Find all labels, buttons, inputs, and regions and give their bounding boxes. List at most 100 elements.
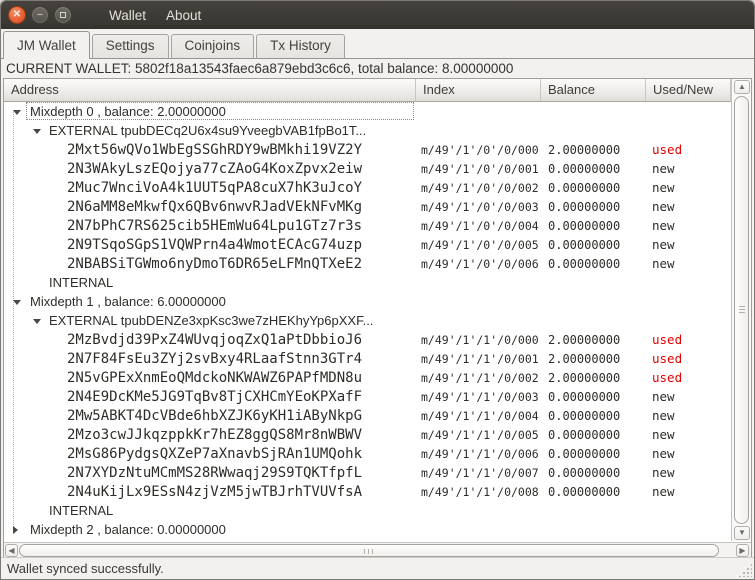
- titlebar: ✕ − Wallet About: [1, 1, 754, 29]
- status-text: Wallet synced successfully.: [7, 561, 164, 576]
- status-cell: new: [652, 218, 675, 233]
- tree-row[interactable]: Mixdepth 2 , balance: 0.00000000: [4, 520, 731, 539]
- address-cell: INTERNAL: [4, 501, 416, 520]
- tree-row[interactable]: 2Muc7WnciVoA4k1UUT5qPA8cuX7hK3uJcoY m/49'…: [4, 178, 731, 197]
- expander-icon-collapsed[interactable]: [13, 525, 18, 534]
- scroll-down-button[interactable]: ▼: [734, 526, 750, 540]
- tree-body: Mixdepth 0 , balance: 2.00000000 EXTERNAL…: [4, 102, 731, 541]
- address-cell: 2NBABSiTGWmo6nyDmoT6DR65eLFMnQTXeE2: [4, 254, 416, 273]
- index-cell: m/49'/1'/1'/0/008: [421, 484, 539, 499]
- tree-row[interactable]: 2N4E9DcKMe5JG9TqBv8TjCXHCmYEoKPXafF m/49'…: [4, 387, 731, 406]
- tab-tx-history[interactable]: Tx History: [256, 34, 345, 58]
- status-cell: new: [652, 484, 675, 499]
- index-cell: m/49'/1'/0'/0/004: [421, 218, 539, 233]
- address-cell: 2Muc7WnciVoA4k1UUT5qPA8cuX7hK3uJcoY: [4, 178, 416, 197]
- tree-row[interactable]: 2N7XYDzNtuMCmMS28RWwaqj29S9TQKTfpfL m/49'…: [4, 463, 731, 482]
- vertical-scrollbar-thumb[interactable]: [734, 96, 749, 524]
- address-text: 2Mxt56wQVo1WbEgSSGhRDY9wBMkhi19VZ2Y: [67, 141, 363, 158]
- address-cell: EXTERNAL tpubDECq2U6x4su9YveegbVAB1fpBo1…: [4, 121, 416, 140]
- horizontal-scrollbar-thumb[interactable]: [19, 544, 719, 557]
- table-header: Address Index Balance Used/New: [4, 79, 731, 102]
- address-text: 2Mw5ABKT4DcVBde6hbXZJK6yKH1iAByNkpG: [67, 407, 363, 424]
- tree-row[interactable]: 2Mw5ABKT4DcVBde6hbXZJK6yKH1iAByNkpG m/49'…: [4, 406, 731, 425]
- status-cell: new: [652, 199, 675, 214]
- status-cell: new: [652, 237, 675, 252]
- expander-icon-expanded[interactable]: [33, 128, 41, 134]
- address-cell: EXTERNAL tpubDENZe3xpKsc3we7zHEKhyYp6pXX…: [4, 311, 416, 330]
- scroll-left-icon: ◀: [8, 546, 15, 555]
- menu-wallet[interactable]: Wallet: [99, 8, 156, 23]
- address-cell: 2N7F84FsEu3ZYj2svBxy4RLaafStnn3GTr4: [4, 349, 416, 368]
- tree-row[interactable]: Mixdepth 1 , balance: 6.00000000: [4, 292, 731, 311]
- tree-row[interactable]: 2MsG86PydgsQXZeP7aXnavbSjRAn1UMQohk m/49'…: [4, 444, 731, 463]
- tree-row[interactable]: EXTERNAL tpubDECq2U6x4su9YveegbVAB1fpBo1…: [4, 121, 731, 140]
- address-text: 2MzBvdjd39PxZ4WUvqjoqZxQ1aPtDbbioJ6: [67, 331, 363, 348]
- status-cell: new: [652, 180, 675, 195]
- app-window: ✕ − Wallet About JM Wallet Settings Coinjo…: [0, 0, 755, 580]
- column-header-address[interactable]: Address: [4, 79, 416, 101]
- tab-bar: JM Wallet Settings Coinjoins Tx History: [1, 29, 754, 59]
- address-text: 2N3WAkyLszEQojya77cZAoG4KoxZpvx2eiw: [67, 160, 363, 177]
- row-label: Mixdepth 1 , balance: 6.00000000: [30, 294, 226, 309]
- expander-icon-expanded[interactable]: [13, 109, 21, 115]
- address-text: 2N4uKijLx9ESsN4zjVzM5jwTBJrhTVUVfsA: [67, 483, 363, 500]
- tree-row[interactable]: 2N7F84FsEu3ZYj2svBxy4RLaafStnn3GTr4 m/49'…: [4, 349, 731, 368]
- tab-settings[interactable]: Settings: [91, 34, 169, 58]
- tree-row[interactable]: INTERNAL: [4, 273, 731, 292]
- minimize-button[interactable]: −: [31, 6, 49, 24]
- row-label: INTERNAL: [49, 275, 114, 290]
- tab-jm-wallet[interactable]: JM Wallet: [3, 31, 90, 59]
- tree-row[interactable]: 2N9TSqoSGpS1VQWPrn4a4WmotECAcG74uzp m/49'…: [4, 235, 731, 254]
- scroll-right-icon: ▶: [739, 546, 746, 555]
- tree-row[interactable]: 2NBABSiTGWmo6nyDmoT6DR65eLFMnQTXeE2 m/49'…: [4, 254, 731, 273]
- status-cell: new: [652, 389, 675, 404]
- row-label: EXTERNAL tpubDENZe3xpKsc3we7zHEKhyYp6pXX…: [49, 313, 374, 328]
- status-cell: new: [652, 256, 675, 271]
- tree-row[interactable]: INTERNAL: [4, 501, 731, 520]
- tree-row[interactable]: 2N3WAkyLszEQojya77cZAoG4KoxZpvx2eiw m/49'…: [4, 159, 731, 178]
- horizontal-scrollbar[interactable]: ◀ ▶: [4, 542, 751, 558]
- close-button[interactable]: ✕: [8, 6, 26, 24]
- tree-row[interactable]: 2Mxt56wQVo1WbEgSSGhRDY9wBMkhi19VZ2Y m/49'…: [4, 140, 731, 159]
- address-cell: 2N5vGPExXnmEoQMdckoNKWAWZ6PAPfMDN8u: [4, 368, 416, 387]
- index-cell: m/49'/1'/1'/0/002: [421, 370, 539, 385]
- balance-cell: 0.00000000: [548, 427, 621, 442]
- vertical-scrollbar[interactable]: ▲ ▼: [731, 79, 751, 541]
- expander-icon-expanded[interactable]: [13, 299, 21, 305]
- address-cell: 2N7bPhC7RS625cib5HEmWu64Lpu1GTz7r3s: [4, 216, 416, 235]
- address-cell: 2Mw5ABKT4DcVBde6hbXZJK6yKH1iAByNkpG: [4, 406, 416, 425]
- status-cell: new: [652, 161, 675, 176]
- balance-cell: 0.00000000: [548, 446, 621, 461]
- scroll-right-button[interactable]: ▶: [736, 544, 749, 557]
- scroll-left-button[interactable]: ◀: [5, 544, 18, 557]
- balance-cell: 0.00000000: [548, 199, 621, 214]
- scroll-down-icon: ▼: [738, 528, 746, 537]
- expander-icon-expanded[interactable]: [33, 318, 41, 324]
- resize-grip-icon[interactable]: [738, 563, 752, 577]
- tree-row[interactable]: 2Mzo3cwJJkqzppkKr7hEZ8ggQS8Mr8nWBWV m/49'…: [4, 425, 731, 444]
- tree-row[interactable]: Mixdepth 0 , balance: 2.00000000: [4, 102, 731, 121]
- scroll-up-button[interactable]: ▲: [734, 80, 750, 94]
- minimize-icon: −: [36, 8, 44, 21]
- tab-coinjoins[interactable]: Coinjoins: [170, 34, 255, 58]
- maximize-button[interactable]: [54, 6, 72, 24]
- tree-row[interactable]: 2MzBvdjd39PxZ4WUvqjoqZxQ1aPtDbbioJ6 m/49'…: [4, 330, 731, 349]
- status-cell: used: [652, 142, 683, 157]
- tree-row[interactable]: 2N7bPhC7RS625cib5HEmWu64Lpu1GTz7r3s m/49'…: [4, 216, 731, 235]
- column-header-index[interactable]: Index: [416, 79, 541, 101]
- tree-row[interactable]: 2N5vGPExXnmEoQMdckoNKWAWZ6PAPfMDN8u m/49'…: [4, 368, 731, 387]
- index-cell: m/49'/1'/1'/0/000: [421, 332, 539, 347]
- address-text: 2N7bPhC7RS625cib5HEmWu64Lpu1GTz7r3s: [67, 217, 363, 234]
- address-text: 2MsG86PydgsQXZeP7aXnavbSjRAn1UMQohk: [67, 445, 363, 462]
- balance-cell: 0.00000000: [548, 484, 621, 499]
- status-cell: used: [652, 351, 683, 366]
- balance-cell: 2.00000000: [548, 332, 621, 347]
- tree-row[interactable]: 2N6aMM8eMkwfQx6QBv6nwvRJadVEkNFvMKg m/49'…: [4, 197, 731, 216]
- tree-row[interactable]: EXTERNAL tpubDENZe3xpKsc3we7zHEKhyYp6pXX…: [4, 311, 731, 330]
- column-header-balance[interactable]: Balance: [541, 79, 646, 101]
- scroll-up-icon: ▲: [738, 82, 746, 91]
- tree-row[interactable]: 2N4uKijLx9ESsN4zjVzM5jwTBJrhTVUVfsA m/49'…: [4, 482, 731, 501]
- column-header-used-new[interactable]: Used/New: [646, 79, 731, 101]
- menu-about[interactable]: About: [156, 8, 211, 23]
- balance-cell: 0.00000000: [548, 161, 621, 176]
